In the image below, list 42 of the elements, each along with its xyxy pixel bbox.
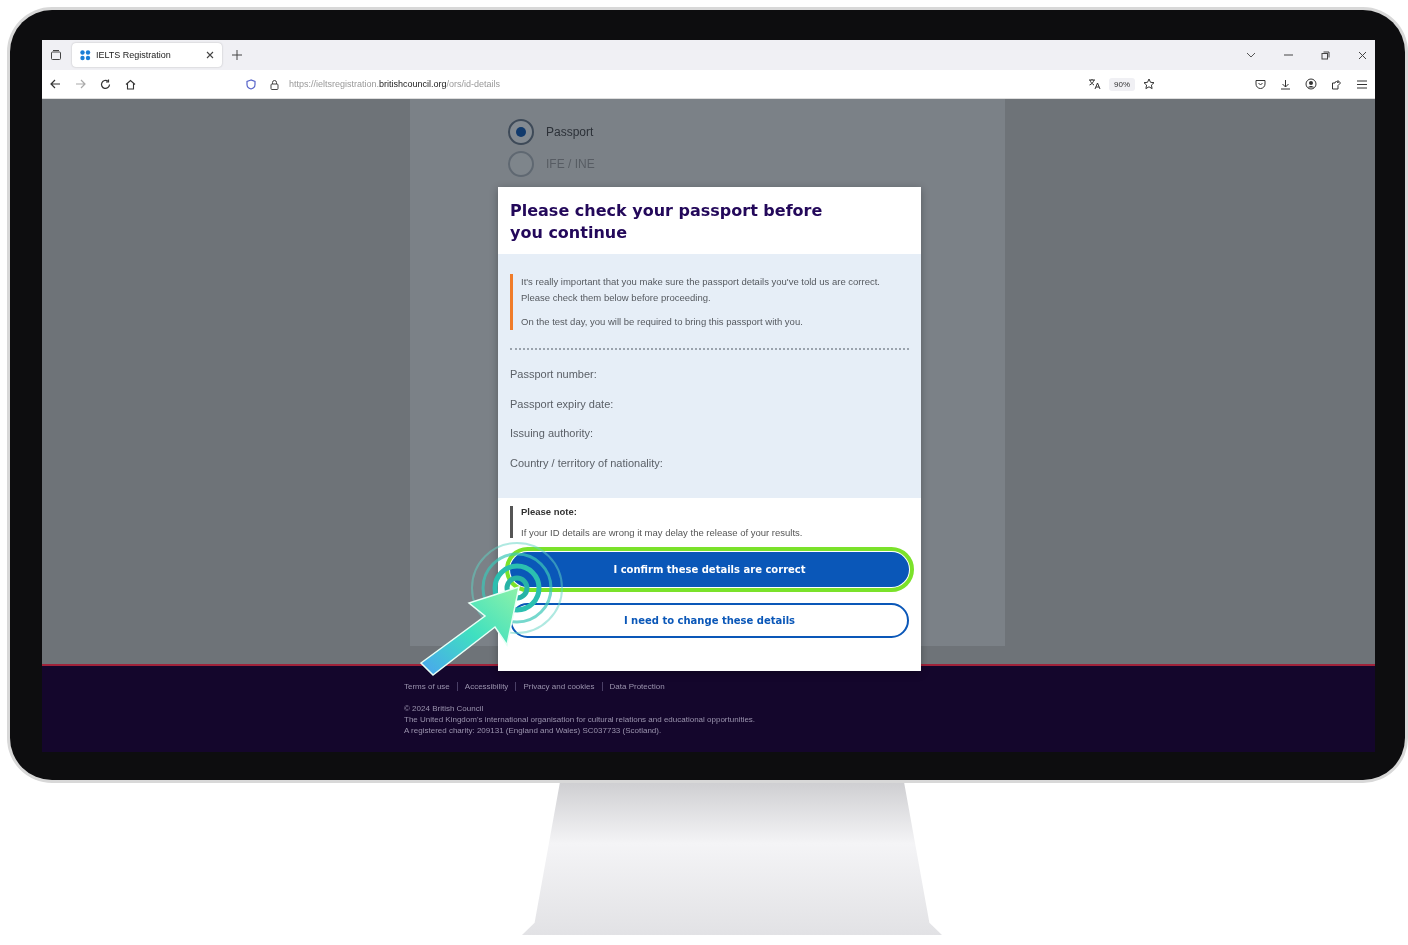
note-text: If your ID details are wrong it may delay the release of your results. bbox=[521, 527, 804, 538]
footer-text: A registered charity: 209131 (England and Wales) SC037733 (Scotland). bbox=[404, 726, 663, 735]
shield-icon[interactable] bbox=[246, 78, 256, 90]
grid-logo-icon bbox=[80, 49, 91, 61]
notice-text: On the test day, you will be required to bring this passport with you. bbox=[521, 315, 804, 329]
download-icon[interactable] bbox=[1280, 78, 1291, 90]
footer-link[interactable]: Privacy and cookies bbox=[515, 682, 602, 691]
detail-label: Issuing authority: bbox=[510, 426, 595, 441]
footer-link[interactable]: Data Protection bbox=[601, 682, 672, 691]
reload-icon[interactable] bbox=[100, 78, 111, 90]
tab-list-icon[interactable] bbox=[50, 49, 62, 61]
tab-title: IELTS Registration bbox=[96, 50, 172, 60]
close-icon[interactable] bbox=[1358, 50, 1367, 60]
close-icon[interactable] bbox=[206, 51, 214, 59]
change-button[interactable]: I need to change these details bbox=[510, 603, 909, 638]
detail-label: Country / territory of nationality: bbox=[510, 455, 664, 471]
dialog-title: Please check your passport before you continue bbox=[509, 200, 824, 244]
footer-text: © 2024 British Council bbox=[404, 704, 485, 713]
radio-button[interactable] bbox=[508, 119, 534, 145]
chevron-down-icon[interactable] bbox=[1246, 52, 1256, 58]
note-heading: Please note: bbox=[521, 506, 578, 517]
home-icon[interactable] bbox=[125, 78, 136, 90]
account-icon[interactable] bbox=[1305, 78, 1317, 90]
notice-text: It's really important that you make sure the passport details you've told us are correct. Please check them below before proceeding. bbox=[521, 275, 881, 305]
detail-label: Passport number: bbox=[510, 367, 598, 382]
address-field[interactable]: https://ieltsregistration.britishcouncil.org/ors/id-details bbox=[289, 79, 501, 89]
translate-icon[interactable] bbox=[1088, 78, 1101, 90]
back-arrow-icon[interactable] bbox=[50, 79, 61, 89]
detail-label: Passport expiry date: bbox=[510, 396, 615, 412]
footer-text: The United Kingdom's international organisation for cultural relations and educational opportunities. bbox=[404, 715, 757, 724]
lock-icon bbox=[270, 78, 279, 90]
restore-icon[interactable] bbox=[1321, 50, 1330, 60]
menu-icon[interactable] bbox=[1357, 79, 1367, 89]
radio-label: Passport bbox=[546, 125, 594, 139]
star-icon[interactable] bbox=[1143, 78, 1155, 90]
browser-tab[interactable]: IELTS Registration bbox=[72, 43, 222, 67]
new-tab-icon[interactable] bbox=[232, 50, 242, 60]
puzzle-icon[interactable] bbox=[1331, 78, 1343, 90]
zoom-level-badge[interactable]: 90% bbox=[1109, 77, 1135, 91]
footer-link[interactable]: Accessibility bbox=[456, 682, 516, 691]
footer-link[interactable]: Terms of use bbox=[404, 682, 457, 691]
pocket-icon[interactable] bbox=[1255, 79, 1266, 89]
